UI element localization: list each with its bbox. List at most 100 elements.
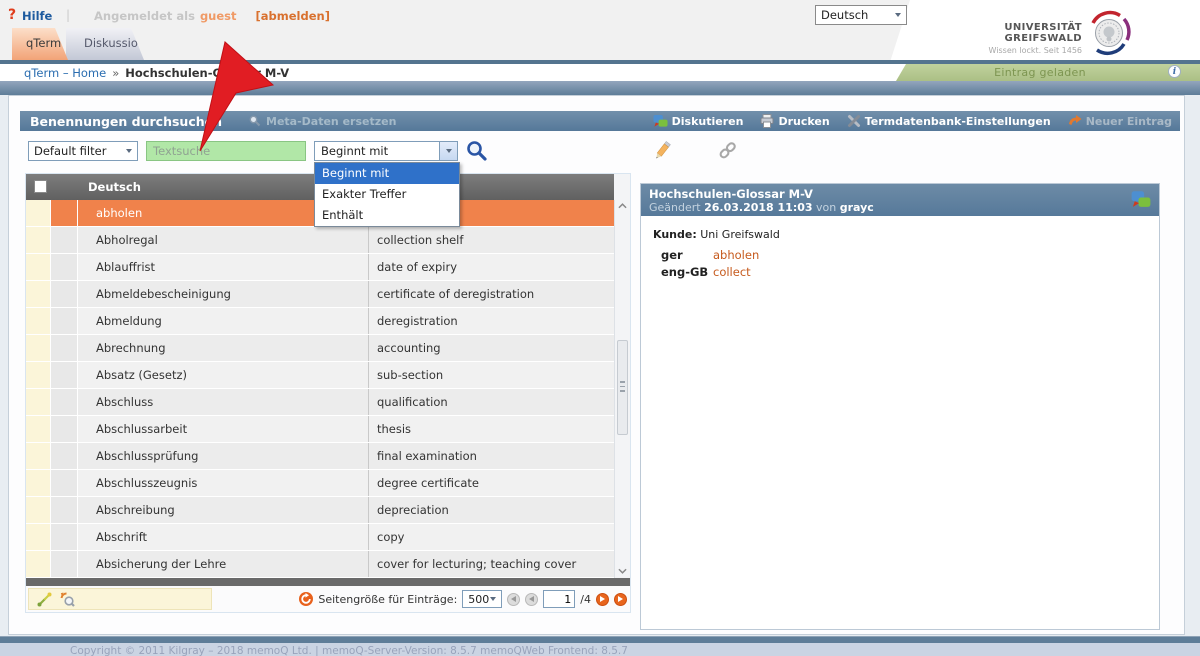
entry-discuss-icon[interactable] — [1131, 190, 1151, 210]
entry-title: Hochschulen-Glossar M-V — [649, 187, 813, 201]
chevron-down-icon — [895, 13, 901, 17]
university-tagline: Wissen lockt. Seit 1456 — [930, 46, 1082, 55]
search-input[interactable] — [146, 141, 306, 161]
row-status-cell — [51, 335, 78, 361]
dropdown-option-enthaelt[interactable]: Enthält — [315, 205, 459, 226]
table-row[interactable]: Abschlussarbeit thesis — [26, 416, 614, 443]
row-status-cell — [51, 200, 78, 226]
select-all-checkbox[interactable] — [34, 180, 47, 193]
breadcrumb-home-link[interactable]: qTerm – Home — [24, 66, 106, 80]
language-select-value: Deutsch — [821, 8, 868, 22]
modified-label: Geändert — [649, 201, 701, 214]
page-size-select[interactable]: 500 — [462, 590, 502, 608]
scroll-down-icon[interactable] — [618, 568, 627, 574]
breadcrumb-current: Hochschulen-Glossar M-V — [125, 66, 289, 80]
table-row[interactable]: Abmeldebescheinigung certificate of dere… — [26, 281, 614, 308]
match-mode-dropdown: Beginnt mit Exakter Treffer Enthält — [314, 162, 460, 227]
dropdown-option-exakter-treffer[interactable]: Exakter Treffer — [315, 184, 459, 205]
copyright-text: Copyright © 2011 Kilgray – 2018 memoQ Lt… — [70, 645, 628, 656]
entry-term-row: ger abholen — [661, 248, 759, 262]
last-page-button[interactable] — [614, 593, 627, 606]
translation-cell: collection shelf — [368, 227, 614, 253]
translation-cell: certificate of deregistration — [368, 281, 614, 307]
term-language: ger — [661, 248, 713, 262]
toolbar-actions: Diskutieren Drucken Termdatenbank-Einste… — [653, 111, 1172, 131]
match-mode-value: Beginnt mit — [315, 144, 388, 158]
select-arrow-button[interactable] — [439, 142, 457, 160]
search-button[interactable] — [465, 139, 488, 162]
discuss-button[interactable]: Diskutieren — [653, 114, 744, 129]
table-row[interactable]: Absatz (Gesetz) sub-section — [26, 362, 614, 389]
client-line: Kunde: Uni Greifswald — [653, 228, 780, 241]
grid-bottom-bar — [26, 578, 630, 586]
chevron-down-icon — [446, 149, 452, 153]
logout-link[interactable]: [abmelden] — [256, 9, 330, 23]
first-page-button[interactable] — [507, 593, 520, 606]
translation-cell: copy — [368, 524, 614, 550]
client-value: Uni Greifswald — [700, 228, 780, 241]
vertical-scrollbar[interactable] — [614, 200, 630, 578]
edit-pencil-icon[interactable] — [652, 140, 673, 161]
entry-header: Hochschulen-Glossar M-V Geändert 26.03.2… — [641, 184, 1159, 216]
row-status-cell — [51, 497, 78, 523]
table-row[interactable]: Abschlussprüfung final examination — [26, 443, 614, 470]
top-header: ? Hilfe | Angemeldet als guest [abmelden… — [0, 0, 1200, 62]
modified-by: grayc — [840, 201, 874, 214]
language-select[interactable]: Deutsch — [815, 5, 907, 25]
entry-term-row: eng-GB collect — [661, 265, 759, 279]
chevron-down-icon — [126, 149, 132, 153]
table-row[interactable]: Abschreibung depreciation — [26, 497, 614, 524]
table-row[interactable]: Abmeldung deregistration — [26, 308, 614, 335]
print-button[interactable]: Drucken — [760, 114, 829, 128]
replace-meta-button[interactable]: Meta-Daten ersetzen — [266, 115, 396, 128]
help-link[interactable]: Hilfe — [22, 9, 52, 23]
translation-cell: accounting — [368, 335, 614, 361]
refresh-icon[interactable] — [299, 592, 313, 606]
column-header-deutsch[interactable]: Deutsch — [88, 180, 141, 194]
page-number-input[interactable] — [543, 590, 575, 608]
table-row[interactable]: Abschlusszeugnis degree certificate — [26, 470, 614, 497]
info-icon[interactable]: i — [1168, 65, 1181, 78]
link-chain-icon[interactable] — [717, 140, 738, 161]
table-row[interactable]: Abholregal collection shelf — [26, 227, 614, 254]
translation-cell: date of expiry — [368, 254, 614, 280]
row-marker-cell — [26, 227, 51, 253]
table-row[interactable]: Abschrift copy — [26, 524, 614, 551]
total-pages-label: /4 — [580, 593, 591, 606]
toolbar-title: Benennungen durchsuchen — [30, 114, 222, 129]
next-page-button[interactable] — [596, 593, 609, 606]
table-row[interactable]: Ablauffrist date of expiry — [26, 254, 614, 281]
translation-cell: qualification — [368, 389, 614, 415]
table-row[interactable]: Abschluss qualification — [26, 389, 614, 416]
row-marker-cell — [26, 200, 51, 226]
row-status-cell — [51, 308, 78, 334]
translation-cell: cover for lecturing; teaching cover — [368, 551, 614, 577]
grid-rows: abholen Abholregal collection shelf Abla… — [26, 200, 614, 578]
term-language: eng-GB — [661, 265, 713, 279]
new-entry-label: Neuer Eintrag — [1086, 115, 1172, 128]
table-row[interactable]: Abrechnung accounting — [26, 335, 614, 362]
term-link[interactable]: abholen — [713, 248, 759, 262]
scroll-up-icon[interactable] — [618, 203, 627, 209]
row-marker-cell — [26, 389, 51, 415]
term-link[interactable]: collect — [713, 265, 751, 279]
filter-select[interactable]: Default filter — [28, 141, 138, 161]
breadcrumb-separator: » — [112, 66, 119, 80]
pagination: Seitengröße für Einträge: 500 /4 — [299, 586, 627, 612]
tab-diskussion[interactable]: Diskussion — [66, 28, 144, 60]
term-cell: Abschluss — [78, 389, 368, 415]
new-entry-button[interactable]: Neuer Eintrag — [1068, 114, 1172, 128]
chevron-down-icon — [490, 597, 496, 601]
search-replace-icon[interactable] — [60, 592, 75, 607]
match-mode-select[interactable]: Beginnt mit — [314, 141, 458, 161]
merge-arrows-icon[interactable] — [37, 592, 52, 607]
dropdown-option-beginnt-mit[interactable]: Beginnt mit — [315, 163, 459, 184]
table-row[interactable]: Absicherung der Lehre cover for lecturin… — [26, 551, 614, 578]
termbase-settings-button[interactable]: Termdatenbank-Einstellungen — [847, 114, 1051, 128]
separator: | — [66, 8, 70, 22]
prev-page-button[interactable] — [525, 593, 538, 606]
row-marker-cell — [26, 443, 51, 469]
header-band — [0, 81, 1200, 95]
scrollbar-thumb[interactable] — [617, 340, 628, 435]
row-status-cell — [51, 389, 78, 415]
